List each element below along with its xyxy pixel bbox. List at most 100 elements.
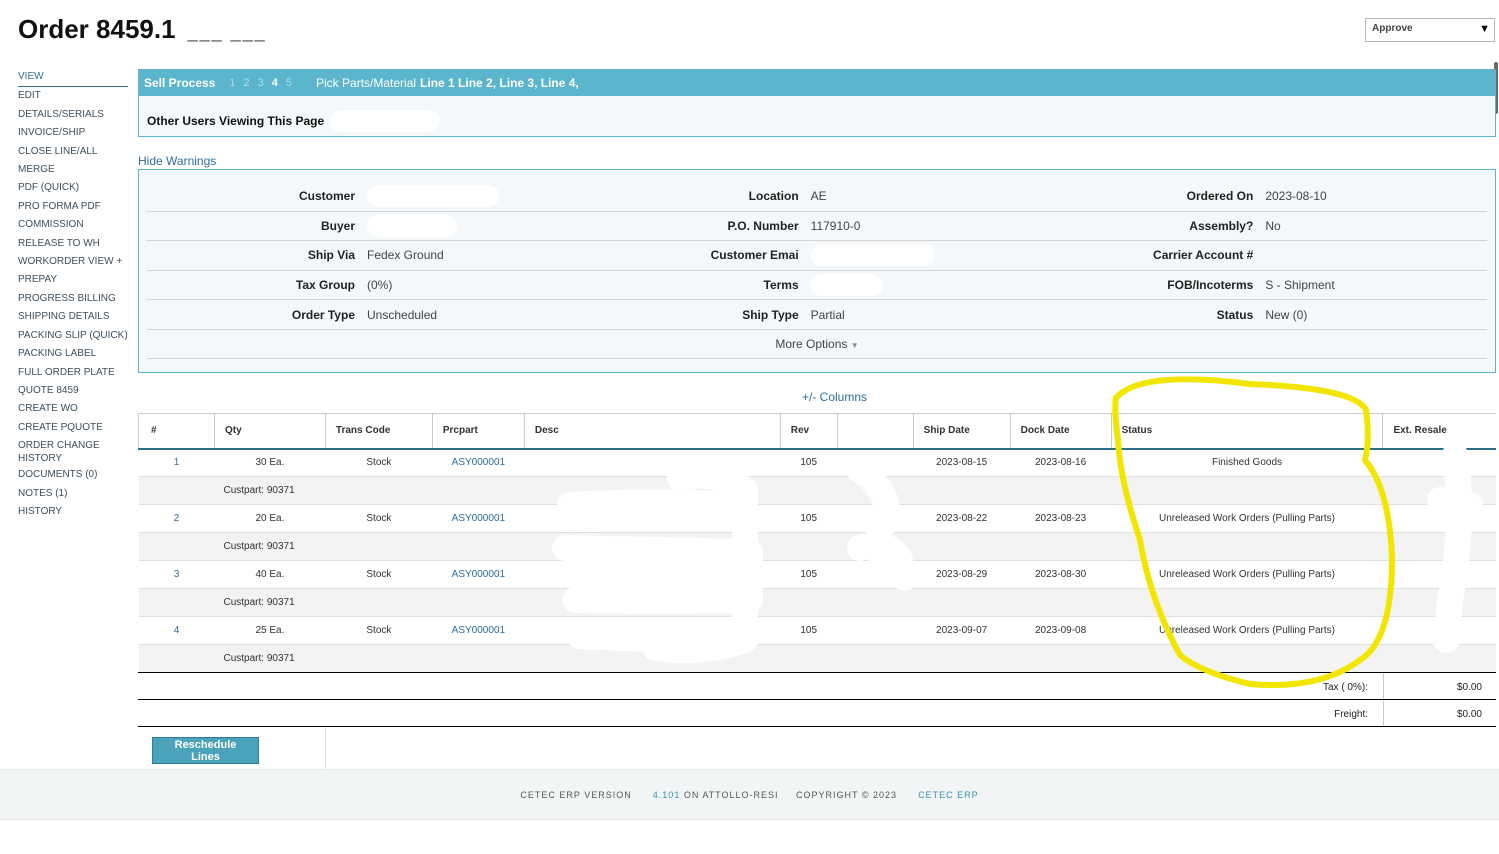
line-number-link[interactable]: 1 xyxy=(174,457,180,468)
line-trans-code: Stock xyxy=(325,560,433,589)
more-options-toggle[interactable]: More Options ▼ xyxy=(147,330,1487,359)
nav-release-to-wh[interactable]: RELEASE TO WH xyxy=(18,235,128,253)
custpart-row: Custpart: 90371 xyxy=(138,532,1496,561)
nav-prepay[interactable]: PREPAY xyxy=(18,271,128,289)
col-header-prcpart[interactable]: Prcpart xyxy=(431,413,525,450)
line-trans-code: Stock xyxy=(325,504,433,533)
line-number-link[interactable]: 3 xyxy=(174,569,180,580)
nav-create-wo[interactable]: CREATE WO xyxy=(18,400,128,418)
line-status: Unreleased Work Orders (Pulling Parts) xyxy=(1111,560,1383,589)
ship-type-value: Partial xyxy=(810,307,845,322)
nav-merge[interactable]: MERGE xyxy=(18,161,128,179)
line-status: Finished Goods xyxy=(1111,448,1383,477)
col-header-num[interactable]: # xyxy=(138,413,215,450)
nav-shipping-details[interactable]: SHIPPING DETAILS xyxy=(18,308,128,326)
nav-workorder-view[interactable]: WORKORDER VIEW + xyxy=(18,253,128,271)
nav-order-change-history[interactable]: ORDER CHANGE HISTORY xyxy=(18,437,128,466)
buyer-label: Buyer xyxy=(320,218,355,233)
line-part-link[interactable]: ASY000001 xyxy=(452,513,505,524)
order-type-value: Unscheduled xyxy=(367,307,438,322)
nav-edit[interactable]: EDIT xyxy=(18,87,128,105)
location-label: Location xyxy=(748,189,799,204)
col-header-ship-date[interactable]: Ship Date xyxy=(912,413,1011,450)
line-dock-date: 2023-08-23 xyxy=(1010,504,1112,533)
freight-value: $0.00 xyxy=(1456,709,1482,720)
reschedule-lines-button[interactable]: Reschedule Lines xyxy=(152,737,259,764)
line-desc xyxy=(524,616,781,645)
footer-brand-link[interactable]: CETEC ERP xyxy=(918,790,979,800)
nav-create-pquote[interactable]: CREATE PQUOTE xyxy=(18,419,128,437)
redaction-mark xyxy=(330,110,441,132)
nav-close-line[interactable]: CLOSE LINE/ALL xyxy=(18,143,128,161)
redaction-mark xyxy=(810,274,883,297)
table-row: 1 30 Ea. Stock ASY000001 105 2023-08-15 … xyxy=(138,448,1496,477)
nav-history[interactable]: HISTORY xyxy=(18,503,128,521)
col-header-status[interactable]: Status xyxy=(1110,413,1383,450)
po-number-label: P.O. Number xyxy=(727,218,799,233)
footer: CETEC ERP VERSION 4.101 ON ATTOLLO-RESI … xyxy=(0,769,1499,820)
nav-progress-billing[interactable]: PROGRESS BILLING xyxy=(18,290,128,308)
line-number-link[interactable]: 2 xyxy=(174,513,180,524)
hide-warnings-link[interactable]: Hide Warnings xyxy=(138,154,216,168)
detail-row: Ship Via Fedex Ground Customer Emai Carri… xyxy=(147,241,1487,271)
line-part-link[interactable]: ASY000001 xyxy=(452,569,505,580)
line-status: Unreleased Work Orders (Pulling Parts) xyxy=(1111,504,1383,533)
caret-down-icon: ▼ xyxy=(850,340,859,350)
nav-packing-slip[interactable]: PACKING SLIP (QUICK) xyxy=(18,327,128,345)
ship-via-label: Ship Via xyxy=(307,248,355,263)
redaction-mark xyxy=(367,214,457,237)
custpart-row: Custpart: 90371 xyxy=(138,476,1496,505)
line-desc xyxy=(524,448,781,477)
line-ext-resale xyxy=(1382,504,1496,533)
totals-divider xyxy=(138,699,1496,700)
line-part-link[interactable]: ASY000001 xyxy=(452,457,505,468)
ordered-on-value: 2023-08-10 xyxy=(1265,189,1327,204)
order-title: Order 8459.1 xyxy=(18,14,176,44)
col-header-dock-date[interactable]: Dock Date xyxy=(1009,413,1112,450)
ship-via-value: Fedex Ground xyxy=(367,248,444,263)
process-step-1[interactable]: 1 xyxy=(229,77,235,89)
process-step-3[interactable]: 3 xyxy=(258,77,264,89)
status-label: Status xyxy=(1216,307,1254,322)
sell-process-panel: Sell Process 1 2 3 4 5 Pick Parts/Materi… xyxy=(138,69,1496,137)
table-header-row: # Qty Trans Code Prcpart Desc Rev Ship D… xyxy=(138,413,1496,450)
line-rev: 105 xyxy=(780,616,838,645)
col-header-rev[interactable]: Rev xyxy=(779,413,838,450)
nav-quote[interactable]: QUOTE 8459 xyxy=(18,382,128,400)
nav-full-order-plate[interactable]: FULL ORDER PLATE xyxy=(18,364,128,382)
col-header-trans-code[interactable]: Trans Code xyxy=(324,413,433,450)
line-ext-resale xyxy=(1382,560,1496,589)
nav-notes[interactable]: NOTES (1) xyxy=(18,485,128,503)
nav-commission[interactable]: COMMISSION xyxy=(18,216,128,234)
carrier-account-label: Carrier Account # xyxy=(1153,248,1254,263)
line-dock-date: 2023-09-08 xyxy=(1010,616,1112,645)
process-step-2[interactable]: 2 xyxy=(244,77,250,89)
col-header-qty[interactable]: Qty xyxy=(213,413,326,450)
nav-pdf-quick[interactable]: PDF (QUICK) xyxy=(18,179,128,197)
approve-dropdown[interactable]: Approve ▼ xyxy=(1365,18,1495,42)
nav-invoice-ship[interactable]: INVOICE/SHIP xyxy=(18,124,128,142)
process-step-4[interactable]: 4 xyxy=(272,77,278,89)
customer-email-label: Customer Emai xyxy=(710,248,799,263)
line-desc xyxy=(524,560,781,589)
process-step-5[interactable]: 5 xyxy=(286,77,292,89)
line-custpart: Custpart: 90371 xyxy=(214,532,1496,561)
line-status: Unreleased Work Orders (Pulling Parts) xyxy=(1111,616,1383,645)
pick-parts-label: Pick Parts/Material xyxy=(316,76,417,90)
nav-documents[interactable]: DOCUMENTS (0) xyxy=(18,466,128,484)
line-number-link[interactable]: 4 xyxy=(174,625,180,636)
col-header-ext-resale[interactable]: Ext. Resale xyxy=(1382,413,1496,450)
col-header-desc[interactable]: Desc xyxy=(523,413,781,450)
nav-packing-label[interactable]: PACKING LABEL xyxy=(18,345,128,363)
columns-toggle-link[interactable]: +/- Columns xyxy=(802,390,867,404)
line-part-link[interactable]: ASY000001 xyxy=(452,625,505,636)
redaction-mark xyxy=(367,185,499,208)
nav-details-serials[interactable]: DETAILS/SERIALS xyxy=(18,106,128,124)
detail-row: Buyer P.O. Number 117910-0 Assembly? No xyxy=(147,212,1487,242)
assembly-label: Assembly? xyxy=(1189,218,1254,233)
nav-view[interactable]: VIEW xyxy=(18,68,128,88)
nav-pro-forma-pdf[interactable]: PRO FORMA PDF xyxy=(18,198,128,216)
footer-copyright: COPYRIGHT © 2023 xyxy=(796,790,898,800)
assembly-value: No xyxy=(1265,218,1281,233)
chevron-down-icon: ▼ xyxy=(1479,23,1490,35)
